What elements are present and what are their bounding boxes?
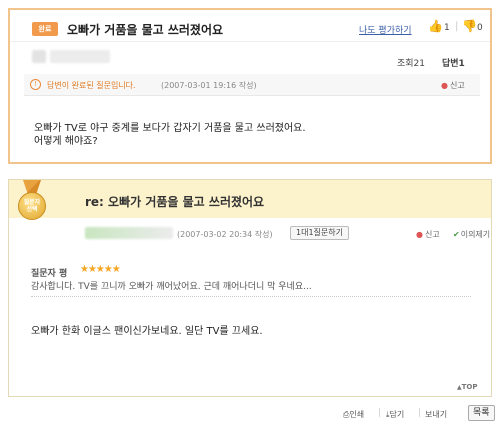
- divider: [31, 296, 471, 297]
- status-badge: 완료: [32, 22, 58, 36]
- answer-title: re: 오빠가 거품을 물고 쓰러졌어요: [85, 193, 264, 210]
- siren-icon: ●: [441, 81, 448, 90]
- vote-up-count: 1: [444, 23, 450, 33]
- report-link[interactable]: ● 신고: [441, 80, 465, 91]
- objection-label: 이의제기: [460, 230, 491, 239]
- vote-divider: |: [455, 21, 459, 32]
- thumbs-up-icon[interactable]: 👍: [428, 20, 443, 33]
- answerer-name-blurred: [85, 227, 173, 239]
- answer-card: re: 오빠가 거품을 물고 쓰러졌어요 질문자 선택 (2007-03-02 …: [8, 179, 492, 397]
- answer-title-text: 오빠가 거품을 물고 쓰러졌어요: [108, 195, 265, 209]
- author-name-blurred: [50, 50, 110, 63]
- question-body-line: 오빠가 TV로 야구 중계를 보다가 갑자기 거품을 물고 쓰러졌어요.: [34, 123, 306, 134]
- save-label: 담기: [389, 410, 405, 419]
- siren-icon: ●: [416, 230, 423, 239]
- status-text: 답변이 완료된 질문입니다.: [47, 81, 136, 90]
- print-button[interactable]: ⎙인쇄: [343, 409, 364, 420]
- check-icon: ✔: [453, 230, 460, 239]
- star-rating: ★★★★★: [80, 264, 121, 275]
- questioner-review: 감사합니다. TV를 끄니까 오빠가 깨어났어요. 근데 깨어나더니 막 우네요…: [31, 282, 312, 292]
- report-label: 신고: [424, 230, 440, 239]
- info-icon: !: [30, 79, 41, 90]
- answer-date: (2007-03-02 20:34 작성): [177, 230, 273, 239]
- thumbs-down-icon[interactable]: 👎: [462, 20, 477, 33]
- save-button[interactable]: ⤓담기: [386, 409, 404, 420]
- status-bar: ! 답변이 완료된 질문입니다. (2007-03-01 19:16 작성) ●…: [24, 74, 480, 96]
- medal-line: 선택: [26, 206, 38, 213]
- answer-header: re: 오빠가 거품을 물고 쓰러졌어요: [9, 180, 491, 218]
- top-link[interactable]: ▲TOP: [457, 383, 477, 391]
- vote-down-count: 0: [477, 23, 483, 33]
- objection-link[interactable]: ✔이의제기: [453, 229, 490, 240]
- question-meta: 조회21 답변1: [10, 42, 490, 70]
- top-label: TOP: [461, 383, 478, 391]
- question-body: 오빠가 TV로 야구 중계를 보다가 갑자기 거품을 물고 쓰러졌어요. 어떻게…: [34, 122, 474, 148]
- question-title: 오빠가 거품을 물고 쓰러졌어요: [67, 23, 224, 37]
- answer-body: 오빠가 한화 이글스 팬이신가보네요. 일단 TV를 끄세요.: [31, 326, 263, 337]
- selected-medal-icon: 질문자 선택: [15, 180, 49, 228]
- toolbar-divider: |: [378, 408, 382, 418]
- one-on-one-question-button[interactable]: 1대1질문하기: [290, 226, 349, 240]
- bottom-toolbar: ⎙인쇄 | ⤓담기 | 보내기 목록: [0, 402, 500, 426]
- answer-report-link[interactable]: ● 신고: [416, 229, 440, 240]
- question-date: (2007-03-01 19:16 작성): [161, 81, 257, 90]
- send-button[interactable]: 보내기: [425, 409, 447, 420]
- rating-label: 질문자 평: [31, 269, 68, 279]
- evaluate-link[interactable]: 나도 평가하기: [359, 23, 412, 36]
- question-card: 완료 오빠가 거품을 물고 쓰러졌어요 나도 평가하기 👍 1 | 👎 0 조회…: [8, 8, 492, 164]
- question-header: 완료 오빠가 거품을 물고 쓰러졌어요 나도 평가하기 👍 1 | 👎 0: [10, 10, 490, 42]
- print-label: 인쇄: [349, 410, 365, 419]
- answer-title-prefix: re:: [85, 195, 104, 209]
- report-label: 신고: [449, 81, 465, 90]
- answer-meta: (2007-03-02 20:34 작성) 1대1질문하기 ● 신고 ✔이의제기: [9, 224, 491, 242]
- list-button[interactable]: 목록: [468, 405, 495, 421]
- question-body-line: 어떻게 해야죠?: [34, 136, 98, 147]
- medal-text: 질문자 선택: [18, 199, 46, 213]
- toolbar-divider: |: [418, 408, 422, 418]
- view-count: 조회21: [397, 59, 426, 69]
- answer-count: 답변1: [442, 59, 465, 69]
- medal-line: 질문자: [23, 199, 41, 206]
- author-avatar: [32, 50, 46, 63]
